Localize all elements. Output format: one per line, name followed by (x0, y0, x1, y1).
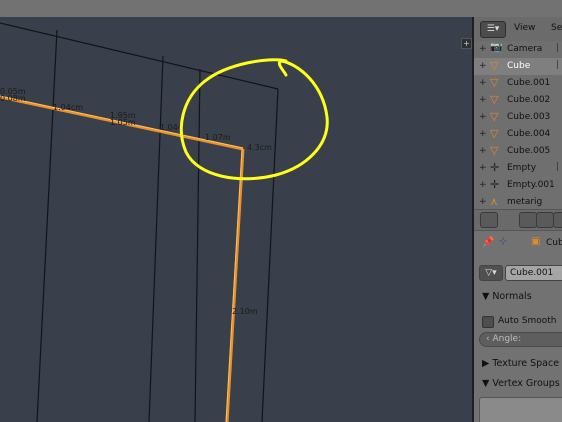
outliner-item-label: Cube.005 (507, 146, 551, 156)
expand-icon[interactable]: + (479, 129, 487, 139)
wire-edge (0, 22, 279, 90)
menu-view[interactable]: View (514, 23, 535, 33)
mesh-icon: ▽ (490, 127, 499, 140)
expand-icon[interactable]: + (479, 163, 487, 173)
camera-icon: 📷 (490, 42, 503, 53)
texture-space-section-header[interactable]: ▶ Texture Space (482, 358, 559, 369)
pin-icon[interactable]: 📌 (482, 237, 494, 248)
properties-header (474, 209, 562, 231)
mesh-icon: ▽ (490, 59, 499, 72)
edge-length-label: 2.10m (232, 307, 258, 316)
angle-field: ‹ Angle: (479, 332, 562, 347)
empty-icon: ✛ (490, 178, 500, 191)
normals-label: Normals (492, 291, 532, 302)
mesh-icon: ▽ (490, 93, 499, 106)
wire-edge (194, 68, 201, 422)
properties-type-button[interactable] (480, 212, 498, 228)
outliner-row[interactable]: + ▽ Cube.003 (474, 109, 562, 126)
top-header-bar (0, 0, 562, 18)
expand-icon[interactable]: + (479, 95, 487, 105)
visibility-icon[interactable]: | (556, 162, 559, 172)
wire-edge (261, 88, 279, 422)
edge-length-label: 0.08m (0, 94, 26, 103)
outliner-item-label: Cube (507, 61, 531, 71)
texture-space-label: Texture Space (492, 358, 560, 369)
normals-section-header[interactable]: ▼ Normals (482, 291, 532, 302)
render-tab-icon[interactable] (519, 212, 537, 228)
outliner-row[interactable]: + ▽ Cube.001 (474, 75, 562, 92)
expand-icon[interactable]: + (479, 61, 487, 71)
mesh-data-icon: ▣ (531, 236, 541, 247)
vertex-groups-label: Vertex Groups (492, 378, 560, 389)
vertex-groups-section-header[interactable]: ▼ Vertex Groups (482, 378, 560, 389)
expand-icon[interactable]: + (479, 146, 487, 156)
auto-smooth-label: Auto Smooth (498, 316, 557, 326)
empty-icon: ✛ (490, 161, 500, 174)
edge-length-label: 1.05m (110, 118, 136, 127)
vertex-group-list[interactable] (479, 397, 562, 422)
expand-icon[interactable]: + (479, 197, 487, 207)
viewport-drawing: 0.05m 0.08m 1.04cm 1.95m 1.05m 1.04c 1.0… (0, 22, 329, 422)
menu-search[interactable]: Se (551, 23, 562, 33)
outliner-item-label: Cube.003 (507, 112, 551, 122)
visibility-icon[interactable]: | (556, 60, 559, 70)
wire-edge (36, 29, 58, 422)
outliner-row[interactable]: + ▽ Cube.005 (474, 143, 562, 160)
outliner-item-label: Cube.004 (507, 129, 551, 139)
outliner-row[interactable]: + ▽ Cube.002 (474, 92, 562, 109)
right-side-panel: ☰▾ View Se + 📷 Camera | + ▽ Cube | + ▽ C… (474, 17, 562, 422)
scene-tab-icon[interactable] (536, 212, 554, 228)
properties-editor: 📌 ⊹ ▣ Cub ▽▾ Cube.001 ▼ Normals Auto Smo… (474, 209, 562, 422)
edge-length-label: 1.04cm (53, 103, 83, 112)
mesh-name-field[interactable]: Cube.001 (505, 265, 562, 281)
outliner-row[interactable]: + ▽ Cube.004 (474, 126, 562, 143)
visibility-icon[interactable]: | (556, 43, 559, 53)
expand-icon[interactable]: + (479, 180, 487, 190)
outliner-row[interactable]: + ▽ Cube | (474, 58, 562, 75)
expand-icon[interactable]: + (479, 112, 487, 122)
auto-smooth-checkbox[interactable] (482, 316, 494, 328)
world-tab-icon[interactable] (553, 212, 562, 228)
annotation-circle (179, 58, 329, 181)
editor-type-button[interactable]: ☰▾ (480, 21, 506, 38)
wire-edge (148, 55, 164, 422)
outliner-row[interactable]: + ✛ Empty | (474, 160, 562, 177)
edge-length-label: 1.04c (160, 123, 182, 132)
outliner-row[interactable]: + ✛ Empty.001 (474, 177, 562, 194)
expand-icon[interactable]: + (479, 78, 487, 88)
edge-length-label: 4.3cm (247, 143, 272, 152)
outliner-item-label: Cube.002 (507, 95, 551, 105)
armature-icon: ⋏ (490, 195, 499, 208)
mesh-icon: ▽ (490, 76, 499, 89)
context-label: Cub (546, 238, 562, 248)
outliner-item-label: Camera (507, 44, 543, 54)
outliner-item-label: Empty.001 (507, 180, 555, 190)
object-icon: ⊹ (499, 236, 508, 247)
edge-length-label: 1.07m (205, 133, 231, 142)
mesh-datablock-selector[interactable]: ▽▾ (479, 265, 503, 281)
outliner-header: ☰▾ View Se (474, 17, 562, 42)
outliner-item-label: Empty (507, 163, 537, 173)
outliner-item-label: metarig (507, 197, 543, 207)
selected-edge (225, 148, 245, 422)
outliner-row[interactable]: + 📷 Camera | (474, 41, 562, 58)
expand-icon[interactable]: + (479, 44, 487, 54)
angle-label: Angle: (492, 334, 522, 344)
mesh-icon: ▽ (490, 144, 499, 157)
3d-viewport[interactable]: 0.05m 0.08m 1.04cm 1.95m 1.05m 1.04c 1.0… (0, 17, 472, 422)
outliner-list: + 📷 Camera | + ▽ Cube | + ▽ Cube.001 + ▽… (474, 41, 562, 209)
mesh-icon: ▽ (490, 110, 499, 123)
viewport-plus-icon[interactable]: + (461, 38, 472, 49)
outliner-item-label: Cube.001 (507, 78, 551, 88)
